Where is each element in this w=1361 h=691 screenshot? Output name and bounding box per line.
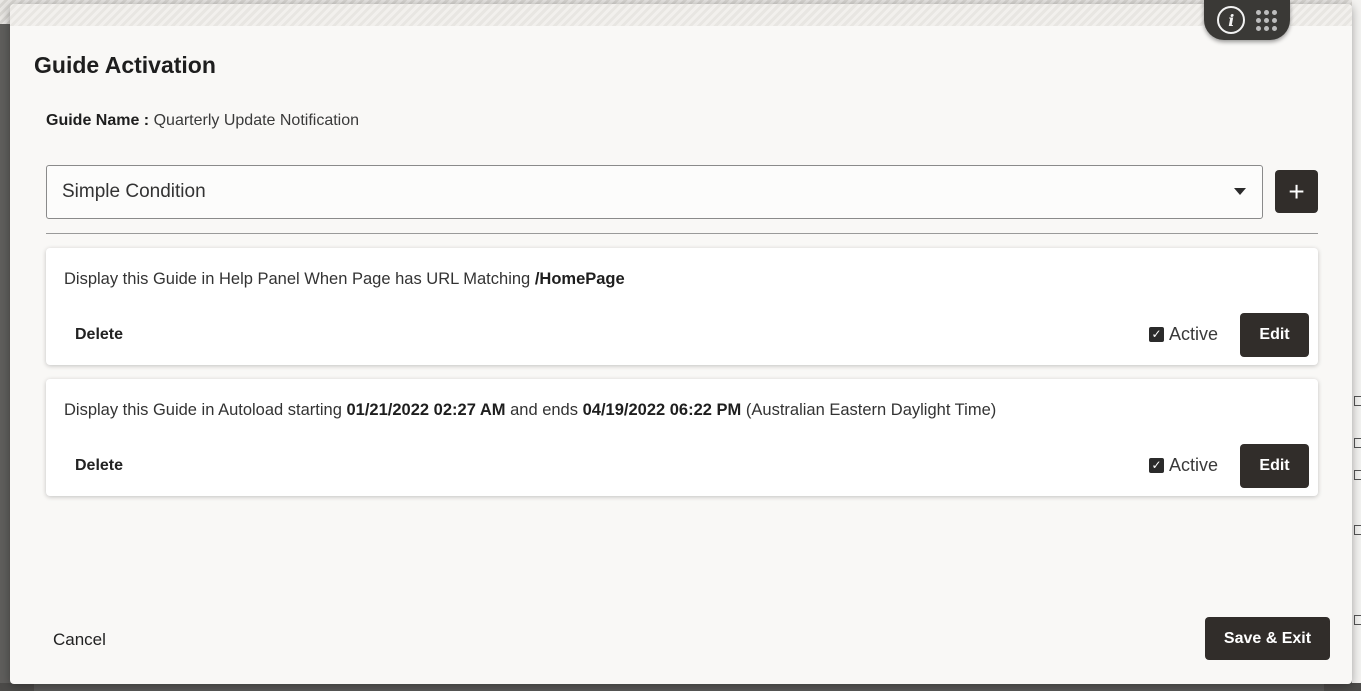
dialog-header-texture (10, 4, 1352, 26)
rule-start-date: 01/21/2022 02:27 AM (346, 401, 506, 419)
active-toggle[interactable]: ✓ Active (1149, 324, 1218, 345)
checkbox-checked-icon[interactable]: ✓ (1149, 458, 1164, 473)
rule-text: and ends (510, 401, 578, 419)
app-grid-icon[interactable] (1255, 9, 1277, 31)
save-and-exit-button[interactable]: Save & Exit (1205, 617, 1330, 660)
guide-name-row: Guide Name : Quarterly Update Notificati… (46, 112, 359, 130)
divider (46, 233, 1318, 234)
rule-card: Display this Guide in Autoload starting … (46, 379, 1318, 496)
assistant-widget[interactable]: i (1204, 0, 1290, 40)
active-toggle[interactable]: ✓ Active (1149, 455, 1218, 476)
rule-text: Display this Guide in Autoload starting (64, 401, 342, 419)
cancel-button[interactable]: Cancel (53, 630, 106, 650)
background-page-right (1352, 0, 1361, 691)
condition-type-select[interactable]: Simple Condition (46, 165, 1263, 219)
delete-rule-button[interactable]: Delete (75, 457, 123, 475)
checkbox-checked-icon[interactable]: ✓ (1149, 327, 1164, 342)
rule-text: Display this Guide in Help Panel When Pa… (64, 270, 531, 288)
background-page-bottom (0, 683, 1361, 691)
add-condition-button[interactable]: + (1275, 170, 1318, 213)
edit-rule-button[interactable]: Edit (1240, 313, 1309, 357)
delete-rule-button[interactable]: Delete (75, 326, 123, 344)
rule-end-date: 04/19/2022 06:22 PM (582, 401, 742, 419)
guide-name-label: Guide Name : (46, 112, 150, 129)
rule-description: Display this Guide in Autoload starting … (64, 401, 996, 420)
dialog-title: Guide Activation (34, 52, 216, 78)
info-icon[interactable]: i (1217, 6, 1246, 34)
guide-name-value: Quarterly Update Notification (153, 112, 360, 129)
background-page-left (0, 0, 10, 691)
rule-card: Display this Guide in Help Panel When Pa… (46, 248, 1318, 365)
rule-url-pattern: /HomePage (534, 270, 625, 288)
rule-timezone: (Australian Eastern Daylight Time) (745, 401, 997, 419)
active-label: Active (1169, 324, 1219, 344)
condition-type-selected: Simple Condition (62, 181, 206, 202)
edit-rule-button[interactable]: Edit (1240, 444, 1309, 488)
rule-description: Display this Guide in Help Panel When Pa… (64, 270, 625, 289)
guide-activation-dialog: i Guide Activation Guide Name : Quarterl… (10, 0, 1352, 684)
active-label: Active (1169, 455, 1219, 475)
chevron-down-icon[interactable] (1234, 188, 1246, 195)
